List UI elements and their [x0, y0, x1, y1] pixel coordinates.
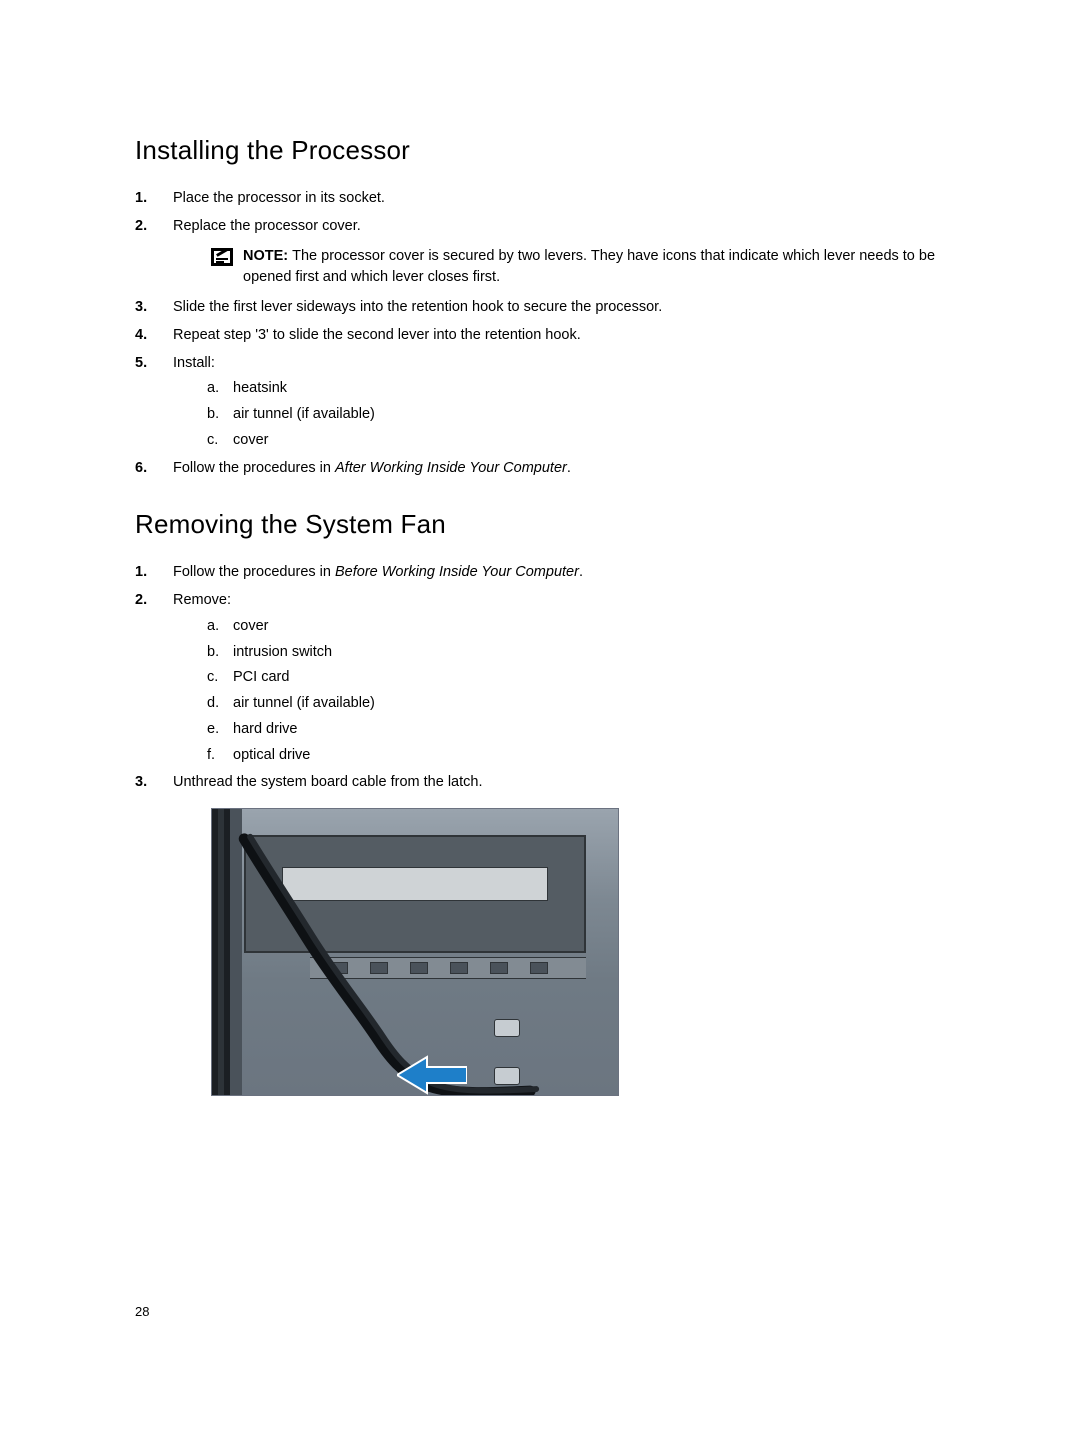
removing-fan-steps: Follow the procedures in Before Working … [135, 562, 960, 1096]
remove-sublist: cover intrusion switch PCI card air tunn… [207, 616, 960, 767]
step-text: Follow the procedures in [173, 460, 335, 476]
install-sublist: heatsink air tunnel (if available) cover [207, 378, 960, 451]
install-item-a: heatsink [207, 378, 960, 400]
step-text: Replace the processor cover. [173, 218, 361, 234]
install-item-b: air tunnel (if available) [207, 404, 960, 426]
step-text: Install: [173, 355, 215, 371]
remove-item-a: cover [207, 616, 960, 638]
step-3: Unthread the system board cable from the… [135, 772, 960, 1096]
step-text: Repeat step '3' to slide the second leve… [173, 327, 581, 343]
install-processor-steps: Place the processor in its socket. Repla… [135, 188, 960, 479]
step-suffix: . [567, 460, 571, 476]
step-1: Place the processor in its socket. [135, 188, 960, 210]
step-text: Unthread the system board cable from the… [173, 774, 483, 790]
note-block: NOTE: The processor cover is secured by … [211, 246, 960, 290]
install-item-c: cover [207, 430, 960, 452]
remove-item-c: PCI card [207, 667, 960, 689]
step-text: Place the processor in its socket. [173, 190, 385, 206]
step-italic: After Working Inside Your Computer [335, 460, 567, 476]
arrow-left-icon [397, 1055, 467, 1095]
step-4: Repeat step '3' to slide the second leve… [135, 325, 960, 347]
step-2: Remove: cover intrusion switch PCI card … [135, 590, 960, 766]
section-heading-installing-processor: Installing the Processor [135, 135, 960, 166]
remove-item-b: intrusion switch [207, 642, 960, 664]
remove-item-f: optical drive [207, 745, 960, 767]
step-text: Follow the procedures in [173, 564, 335, 580]
page-number: 28 [135, 1304, 149, 1319]
step-text: Slide the first lever sideways into the … [173, 299, 662, 315]
step-6: Follow the procedures in After Working I… [135, 458, 960, 480]
remove-item-e: hard drive [207, 719, 960, 741]
step-text: Remove: [173, 592, 231, 608]
step-italic: Before Working Inside Your Computer [335, 564, 579, 580]
note-icon [211, 248, 233, 266]
step-suffix: . [579, 564, 583, 580]
figure-system-board-cable [211, 808, 619, 1096]
step-1: Follow the procedures in Before Working … [135, 562, 960, 584]
note-text: The processor cover is secured by two le… [243, 248, 935, 286]
remove-item-d: air tunnel (if available) [207, 693, 960, 715]
note-label: NOTE: [243, 248, 292, 264]
step-5: Install: heatsink air tunnel (if availab… [135, 353, 960, 452]
section-heading-removing-system-fan: Removing the System Fan [135, 509, 960, 540]
step-2: Replace the processor cover. NOTE: The p… [135, 216, 960, 289]
note-content: NOTE: The processor cover is secured by … [243, 246, 960, 290]
step-3: Slide the first lever sideways into the … [135, 297, 960, 319]
